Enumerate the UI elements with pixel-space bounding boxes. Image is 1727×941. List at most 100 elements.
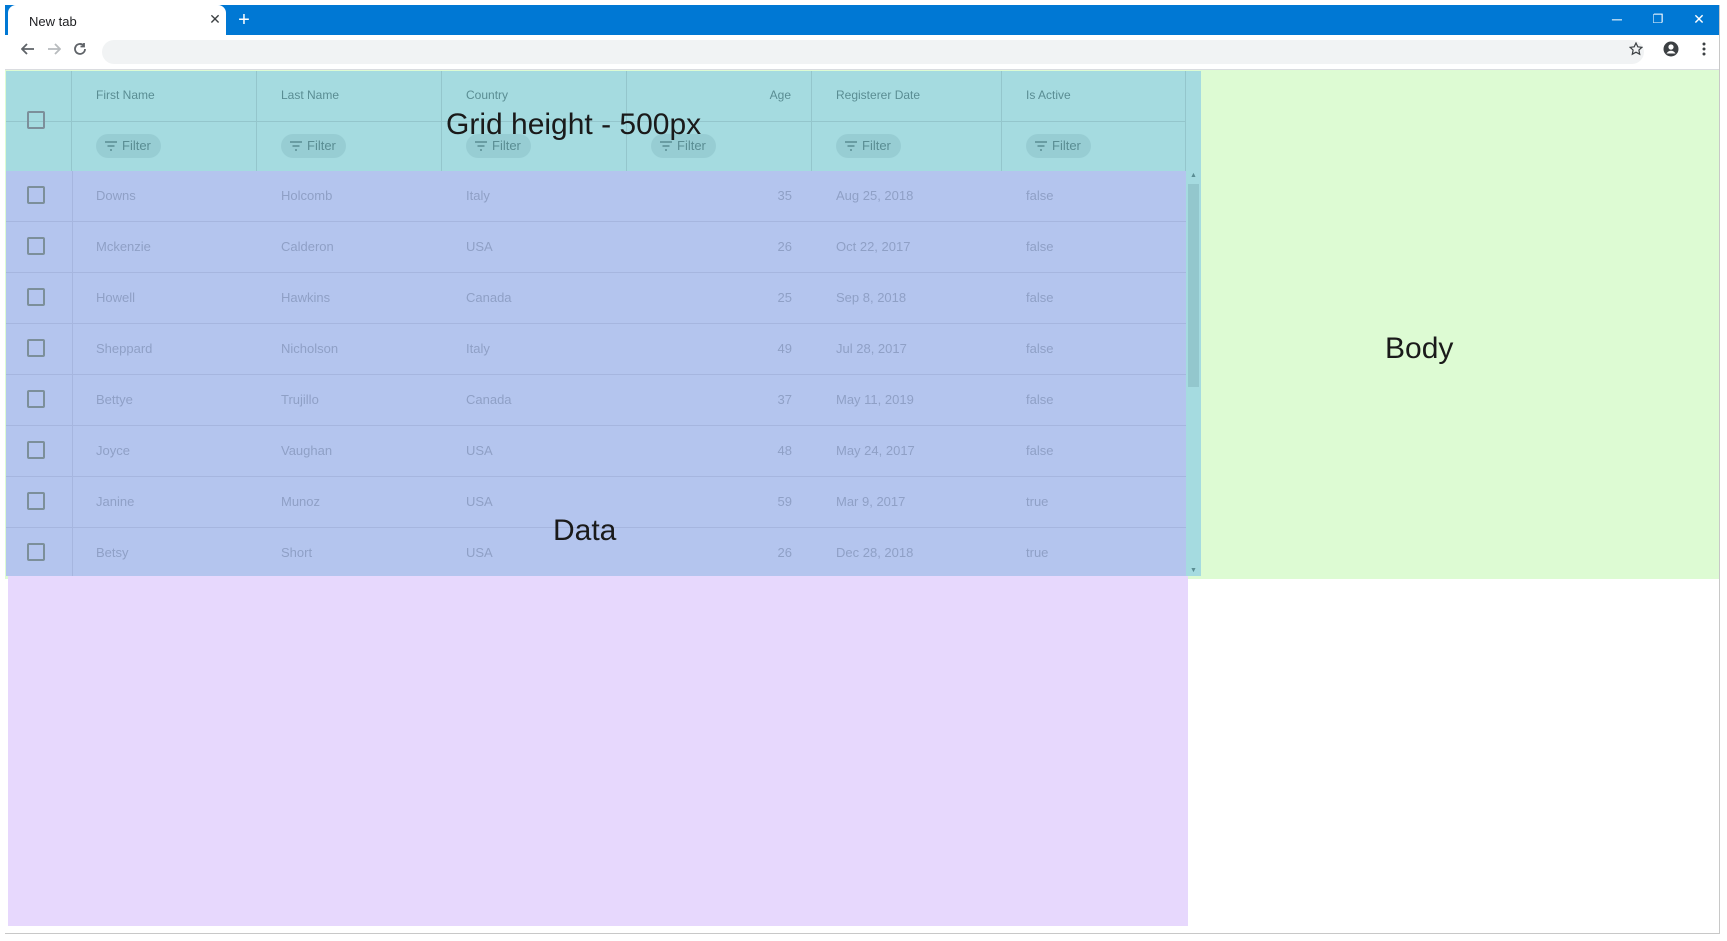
- scroll-down-icon[interactable]: ▼: [1186, 566, 1201, 576]
- filter-label: Filter: [862, 138, 891, 153]
- table-row[interactable]: Downs Holcomb Italy 35 Aug 25, 2018 false: [6, 171, 1186, 222]
- table-row[interactable]: Bettye Trujillo Canada 37 May 11, 2019 false: [6, 375, 1186, 426]
- table-cell: false: [1026, 188, 1054, 203]
- table-cell: Sep 8, 2018: [836, 290, 907, 305]
- column-divider: [72, 426, 73, 476]
- column-header-label: Last Name: [281, 88, 340, 102]
- filter-icon: [844, 135, 858, 159]
- scroll-up-icon[interactable]: ▲: [1186, 171, 1201, 181]
- table-cell: false: [1026, 443, 1054, 458]
- table-cell: Italy: [466, 188, 490, 203]
- more-menu-icon[interactable]: [1693, 41, 1715, 63]
- table-cell: Betsy: [96, 545, 129, 560]
- column-header-label: Registerer Date: [836, 88, 921, 102]
- filter-label: Filter: [307, 138, 336, 153]
- profile-icon[interactable]: [1660, 41, 1682, 63]
- tab-new-tab[interactable]: New tab ✕: [8, 5, 226, 35]
- row-checkbox[interactable]: [27, 390, 45, 408]
- column-header[interactable]: First Name: [72, 71, 257, 121]
- scroll-thumb[interactable]: [1188, 184, 1199, 387]
- table-cell: 25: [777, 290, 792, 305]
- table-cell: 49: [777, 341, 792, 356]
- table-cell: Sheppard: [96, 341, 153, 356]
- close-button[interactable]: ✕: [1684, 9, 1714, 29]
- forward-icon[interactable]: [43, 41, 65, 63]
- bookmark-star-icon[interactable]: [1625, 41, 1647, 63]
- data-label: Data: [553, 514, 617, 547]
- table-row[interactable]: Joyce Vaughan USA 48 May 24, 2017 false: [6, 426, 1186, 477]
- filter-icon: [289, 135, 303, 159]
- table-cell: 26: [777, 239, 792, 254]
- column-divider: [72, 222, 73, 272]
- table-cell: false: [1026, 239, 1054, 254]
- table-cell: Mar 9, 2017: [836, 494, 906, 509]
- table-cell: true: [1026, 494, 1049, 509]
- table-cell: 26: [777, 545, 792, 560]
- column-divider: [72, 375, 73, 425]
- column-divider: [72, 171, 73, 221]
- table-cell: Dec 28, 2018: [836, 545, 914, 560]
- filter-icon: [104, 135, 118, 159]
- select-all-checkbox[interactable]: [27, 111, 45, 129]
- table-cell: Howell: [96, 290, 136, 305]
- filter-button[interactable]: Filter: [281, 134, 346, 158]
- table-row[interactable]: Mckenzie Calderon USA 26 Oct 22, 2017 false: [6, 222, 1186, 273]
- filter-button[interactable]: Filter: [836, 134, 901, 158]
- table-cell: Vaughan: [281, 443, 333, 458]
- table-cell: Nicholson: [281, 341, 339, 356]
- column-header[interactable]: Registerer Date: [812, 71, 1002, 121]
- table-cell: Jul 28, 2017: [836, 341, 907, 356]
- table-cell: Oct 22, 2017: [836, 239, 911, 254]
- table-cell: USA: [466, 239, 493, 254]
- table-cell: May 24, 2017: [836, 443, 915, 458]
- row-checkbox[interactable]: [27, 492, 45, 510]
- table-cell: true: [1026, 545, 1049, 560]
- table-cell: Aug 25, 2018: [836, 188, 914, 203]
- filter-cell: Filter: [812, 121, 1002, 171]
- filter-icon: [1034, 135, 1048, 159]
- row-checkbox[interactable]: [27, 186, 45, 204]
- tab-close-icon[interactable]: ✕: [207, 11, 223, 27]
- column-header-label: First Name: [96, 88, 155, 102]
- reload-icon[interactable]: [69, 41, 91, 63]
- filter-button[interactable]: Filter: [96, 134, 161, 158]
- table-cell: false: [1026, 290, 1054, 305]
- minimize-button[interactable]: ─: [1602, 9, 1632, 29]
- row-checkbox[interactable]: [27, 288, 45, 306]
- new-tab-button[interactable]: +: [234, 10, 254, 30]
- table-cell: Joyce: [96, 443, 130, 458]
- table-cell: USA: [466, 494, 493, 509]
- row-checkbox[interactable]: [27, 339, 45, 357]
- table-cell: Holcomb: [281, 188, 333, 203]
- table-row[interactable]: Howell Hawkins Canada 25 Sep 8, 2018 false: [6, 273, 1186, 324]
- filter-cell: Filter: [1002, 121, 1186, 171]
- restore-button[interactable]: ❐: [1643, 9, 1673, 29]
- column-header[interactable]: Is Active: [1002, 71, 1186, 121]
- table-cell: May 11, 2019: [836, 392, 914, 407]
- column-header[interactable]: Last Name: [257, 71, 442, 121]
- column-divider: [72, 273, 73, 323]
- table-cell: Italy: [466, 341, 490, 356]
- table-cell: USA: [466, 545, 493, 560]
- table-cell: Canada: [466, 392, 512, 407]
- vertical-scrollbar[interactable]: ▲ ▼: [1186, 171, 1201, 576]
- filter-cell: Filter: [257, 121, 442, 171]
- filter-button[interactable]: Filter: [1026, 134, 1091, 158]
- back-icon[interactable]: [17, 41, 39, 63]
- table-cell: Downs: [96, 188, 136, 203]
- filter-label: Filter: [1052, 138, 1081, 153]
- table-cell: Janine: [96, 494, 135, 509]
- address-bar[interactable]: [102, 40, 1644, 64]
- table-row[interactable]: Sheppard Nicholson Italy 49 Jul 28, 2017 fals…: [6, 324, 1186, 375]
- row-checkbox[interactable]: [27, 543, 45, 561]
- column-header-label: Country: [466, 88, 509, 102]
- row-checkbox[interactable]: [27, 237, 45, 255]
- table-cell: false: [1026, 341, 1054, 356]
- column-header-label: Is Active: [1026, 88, 1071, 102]
- row-checkbox[interactable]: [27, 441, 45, 459]
- body-label: Body: [1385, 332, 1454, 365]
- table-cell: Calderon: [281, 239, 334, 254]
- table-cell: Canada: [466, 290, 512, 305]
- column-divider: [72, 324, 73, 374]
- table-cell: Hawkins: [281, 290, 331, 305]
